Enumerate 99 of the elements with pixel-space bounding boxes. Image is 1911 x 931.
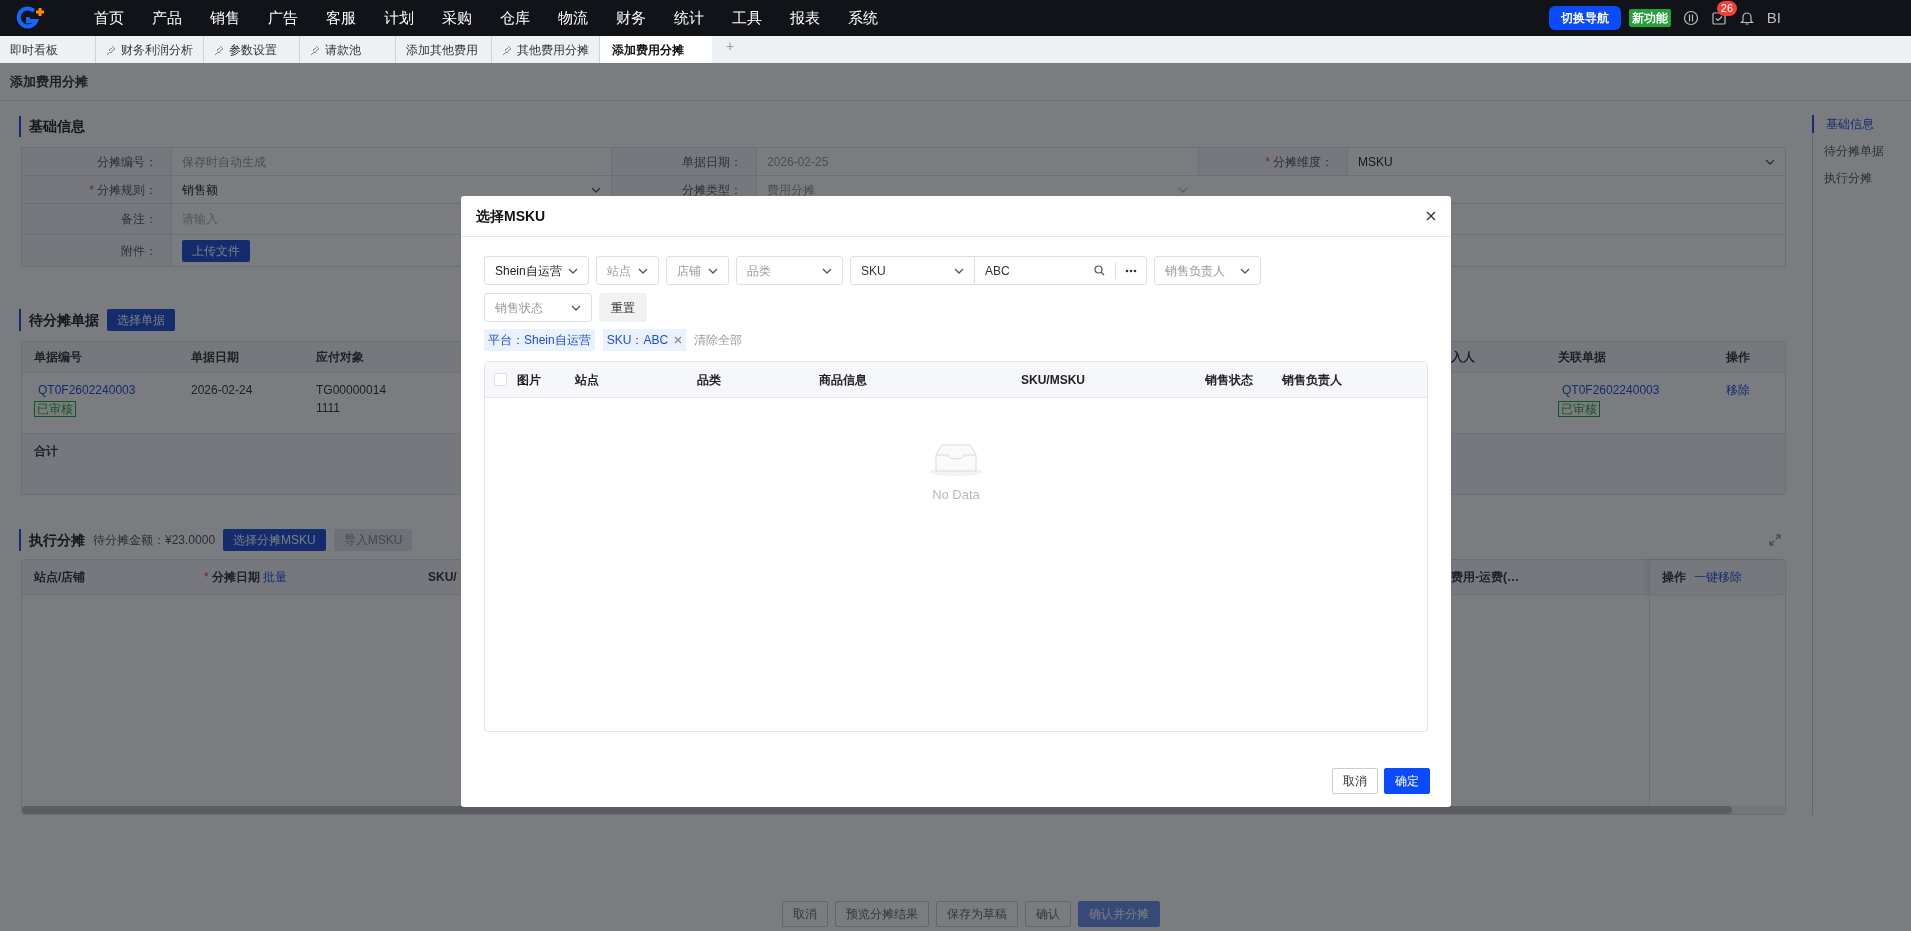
scrollbar[interactable] (22, 806, 1732, 814)
table-cell-text: TG00000014 (316, 382, 387, 399)
pin-icon[interactable] (214, 44, 224, 55)
section-title: 待分摊单据 (29, 310, 99, 330)
anchor-link[interactable]: 待分摊单据 (1812, 142, 1884, 160)
new-feature-badge[interactable]: 新功能 (1628, 9, 1671, 27)
chevron-down-icon (822, 267, 832, 274)
nav-item[interactable]: 采购 (428, 6, 486, 30)
select-docs-button[interactable]: 选择单据 (107, 309, 175, 331)
column-header: 单据编号 (34, 350, 82, 364)
nav-item[interactable]: 财务 (602, 6, 660, 30)
nav-item[interactable]: 物流 (544, 6, 602, 30)
field-label: 备注： (121, 211, 157, 228)
total-label: 合计 (34, 444, 58, 458)
page-tab[interactable]: 添加费用分摊 (600, 36, 712, 63)
chevron-down-icon (571, 304, 581, 311)
nav-item[interactable]: 客服 (312, 6, 370, 30)
column-header: 操作 (1662, 569, 1686, 586)
page-tab[interactable]: 财务利润分析 (96, 36, 204, 63)
column-header: 销售状态 (1205, 371, 1253, 389)
filter-select[interactable]: Shein自运营 (484, 256, 589, 285)
column-header: 关联单据 (1558, 350, 1606, 364)
column-header: 商品信息 (819, 371, 867, 389)
filter-tag[interactable]: SKU：ABC (602, 329, 687, 351)
page-title: 添加费用分摊 (10, 72, 88, 91)
field-label: 分摊编号： (97, 153, 157, 171)
select-msku-button[interactable]: 选择分摊MSKU (223, 529, 326, 551)
field-label: 单据日期： (682, 153, 742, 171)
status-tag: 已审核 (1558, 401, 1600, 417)
task-icon[interactable] (1710, 10, 1727, 26)
empty-text: No Data (932, 486, 980, 504)
page-tab[interactable]: 即时看板 (0, 36, 96, 63)
nav-item[interactable]: 销售 (196, 6, 254, 30)
column-header: * 分摊日期 (204, 569, 260, 586)
column-header: 单据日期 (191, 350, 239, 364)
doc-link[interactable]: QT0F2602240003 (34, 381, 136, 399)
column-header: 费用-运费(… (1451, 569, 1519, 586)
column-header: 站点 (575, 371, 599, 389)
filter-tag[interactable]: 平台：Shein自运营 (484, 329, 595, 351)
pin-icon[interactable] (310, 44, 320, 55)
column-header: 应付对象 (316, 350, 364, 364)
nav-item[interactable]: 统计 (660, 6, 718, 30)
column-header: 站点/店铺 (34, 569, 86, 586)
close-icon[interactable] (1426, 211, 1436, 221)
nav-item[interactable]: 广告 (254, 6, 312, 30)
column-header: 图片 (517, 371, 541, 389)
page-tab[interactable]: 参数设置 (204, 36, 300, 63)
page-tab[interactable]: 请款池 (300, 36, 396, 63)
nav-item[interactable]: 报表 (776, 6, 834, 30)
notification-badge: 26 (1716, 1, 1738, 16)
field-label: * 分摊规则： (89, 181, 157, 199)
amount-text: 待分摊金额：¥23.0000 (93, 532, 216, 549)
chevron-down-icon (1765, 158, 1775, 165)
modal-button[interactable]: 取消 (1332, 768, 1378, 794)
nav-item[interactable]: 工具 (718, 6, 776, 30)
nav-item[interactable]: 首页 (80, 6, 138, 30)
column-header: 入人 (1451, 350, 1475, 364)
column-header: SKU/ (428, 569, 457, 586)
upload-button[interactable]: 上传文件 (182, 239, 250, 262)
column-header: SKU/MSKU (1021, 371, 1085, 389)
chevron-down-icon (1178, 186, 1188, 193)
column-header: 品类 (697, 371, 721, 389)
pin-icon[interactable] (106, 44, 116, 55)
nav-item[interactable]: 系统 (834, 6, 892, 30)
chevron-down-icon (591, 186, 601, 193)
modal-button[interactable]: 确定 (1384, 768, 1430, 794)
pin-icon[interactable] (502, 44, 512, 55)
select-field[interactable]: MSKU (1358, 152, 1393, 171)
anchor-link[interactable]: 基础信息 (1812, 115, 1884, 133)
chevron-down-icon (568, 267, 578, 274)
modal-title: 选择MSKU (476, 206, 546, 226)
remove-link[interactable]: 移除 (1726, 383, 1750, 397)
exchange-icon[interactable] (1682, 10, 1699, 26)
page-tab[interactable]: 添加其他费用 (396, 36, 492, 63)
table-cell-text: 1111 (316, 400, 341, 417)
chevron-down-icon (708, 267, 718, 274)
field-label: 附件： (121, 242, 157, 260)
status-tag: 已审核 (34, 401, 76, 417)
chevron-down-icon (638, 267, 648, 274)
reset-button[interactable]: 重置 (599, 293, 647, 322)
empty-box-icon (928, 441, 984, 477)
field-label: 分摊类型： (682, 181, 742, 199)
nav-item[interactable]: 仓库 (486, 6, 544, 30)
column-header: 操作 (1726, 350, 1750, 364)
nav-item[interactable]: 计划 (370, 6, 428, 30)
select-field[interactable]: 销售额 (182, 180, 218, 199)
doc-link[interactable]: QT0F2602240003 (1558, 381, 1660, 399)
column-header: 销售负责人 (1282, 371, 1342, 389)
section-title: 执行分摊 (29, 530, 85, 550)
checkbox[interactable] (494, 373, 507, 386)
field-label: * 分摊维度： (1265, 153, 1333, 171)
anchor-link[interactable]: 执行分摊 (1812, 169, 1884, 187)
nav-item[interactable]: 产品 (138, 6, 196, 30)
chevron-down-icon (1240, 267, 1250, 274)
bell-icon[interactable] (1738, 10, 1755, 26)
bi-link[interactable]: BI (1766, 6, 1781, 30)
table-cell: 2026-02-24 (191, 383, 253, 397)
switch-nav-button[interactable]: 切换导航 (1548, 6, 1621, 30)
section-title: 基础信息 (29, 117, 85, 136)
